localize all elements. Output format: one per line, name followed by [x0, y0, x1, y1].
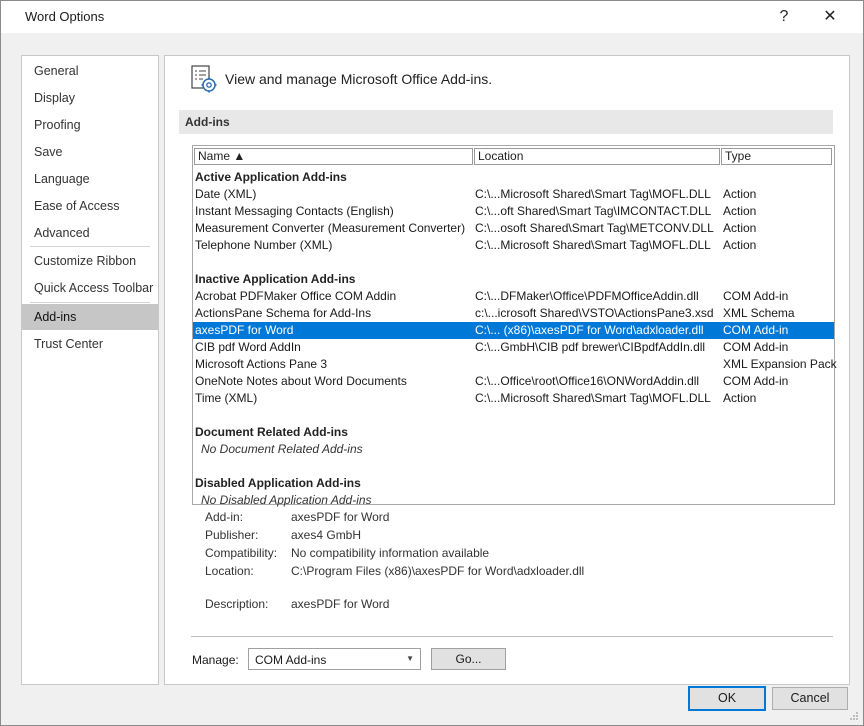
- addin-type: Action: [723, 187, 757, 201]
- nav-item-proofing[interactable]: Proofing: [22, 112, 158, 138]
- list-item[interactable]: Date (XML) C:\...Microsoft Shared\Smart …: [193, 186, 834, 203]
- manage-dropdown[interactable]: COM Add-ins ▼: [248, 648, 421, 670]
- group-header-disabled: Disabled Application Add-ins: [195, 476, 361, 490]
- cancel-button[interactable]: Cancel: [772, 687, 848, 710]
- addin-location: C:\...DFMaker\Office\PDFMOfficeAddin.dll: [475, 289, 699, 303]
- addin-type: COM Add-in: [723, 374, 789, 388]
- addin-name: Instant Messaging Contacts (English): [195, 204, 394, 218]
- addin-name: CIB pdf Word AddIn: [195, 340, 301, 354]
- options-nav: General Display Proofing Save Language E…: [21, 55, 159, 685]
- nav-item-ease-of-access[interactable]: Ease of Access: [22, 193, 158, 219]
- word-options-dialog: Word Options ? ✕ General Display Proofin…: [0, 0, 864, 726]
- column-header-type[interactable]: Type: [721, 148, 832, 165]
- list-item[interactable]: Microsoft Actions Pane 3 XML Expansion P…: [193, 356, 837, 373]
- title-bar: Word Options ? ✕: [1, 1, 863, 33]
- nav-item-general[interactable]: General: [22, 58, 158, 84]
- nav-item-save[interactable]: Save: [22, 139, 158, 165]
- addin-location: C:\...osoft Shared\Smart Tag\METCONV.DLL: [475, 221, 714, 235]
- group-header-active: Active Application Add-ins: [195, 170, 347, 184]
- detail-value: No compatibility information available: [291, 546, 490, 560]
- panel-heading: View and manage Microsoft Office Add-ins…: [225, 71, 493, 87]
- detail-label: Compatibility:: [205, 546, 278, 560]
- go-button[interactable]: Go...: [431, 648, 506, 670]
- addin-location: C:\...Microsoft Shared\Smart Tag\MOFL.DL…: [475, 391, 711, 405]
- addin-location: C:\...oft Shared\Smart Tag\IMCONTACT.DLL: [475, 204, 712, 218]
- section-header: Add-ins: [179, 110, 833, 134]
- addin-location: C:\...Office\root\Office16\ONWordAddin.d…: [475, 374, 700, 388]
- addin-name: Measurement Converter (Measurement Conve…: [195, 221, 466, 235]
- nav-item-language[interactable]: Language: [22, 166, 158, 192]
- chevron-down-icon: ▼: [406, 654, 414, 663]
- addin-location: C:\...GmbH\CIB pdf brewer\CIBpdfAddIn.dl…: [475, 340, 706, 354]
- list-item[interactable]: Time (XML) C:\...Microsoft Shared\Smart …: [193, 390, 834, 407]
- addin-type: Action: [723, 221, 757, 235]
- nav-item-add-ins[interactable]: Add-ins: [22, 304, 158, 330]
- addin-type: XML Schema: [723, 306, 795, 320]
- list-item[interactable]: CIB pdf Word AddIn C:\...GmbH\CIB pdf br…: [193, 339, 834, 356]
- group-header-document: Document Related Add-ins: [195, 425, 348, 439]
- section-title: Add-ins: [185, 115, 230, 129]
- nav-item-display[interactable]: Display: [22, 85, 158, 111]
- detail-value: axesPDF for Word: [291, 597, 390, 611]
- detail-label: Add-in:: [205, 510, 244, 524]
- add-ins-gear-icon: [191, 65, 217, 93]
- list-item[interactable]: Telephone Number (XML) C:\...Microsoft S…: [193, 237, 834, 254]
- column-header-name[interactable]: Name ▲: [194, 148, 473, 165]
- addin-name: Acrobat PDFMaker Office COM Addin: [195, 289, 397, 303]
- nav-separator: [30, 246, 150, 247]
- detail-value: axes4 GmbH: [291, 528, 362, 542]
- addin-name: Date (XML): [195, 187, 257, 201]
- help-button[interactable]: ?: [769, 6, 799, 28]
- empty-note: No Disabled Application Add-ins: [201, 493, 372, 507]
- nav-item-quick-access-toolbar[interactable]: Quick Access Toolbar: [22, 275, 158, 301]
- manage-dropdown-value: COM Add-ins: [255, 653, 327, 667]
- detail-value: axesPDF for Word: [291, 510, 390, 524]
- addin-type: Action: [723, 204, 757, 218]
- addin-type: COM Add-in: [723, 340, 789, 354]
- addin-name: ActionsPane Schema for Add-Ins: [195, 306, 372, 320]
- empty-note: No Document Related Add-ins: [201, 442, 363, 456]
- detail-label: Description:: [205, 597, 269, 611]
- addin-name: axesPDF for Word: [195, 323, 294, 337]
- list-item[interactable]: Measurement Converter (Measurement Conve…: [193, 220, 834, 237]
- addin-name: Telephone Number (XML): [195, 238, 333, 252]
- group-header-inactive: Inactive Application Add-ins: [195, 272, 356, 286]
- list-item[interactable]: Instant Messaging Contacts (English) C:\…: [193, 203, 834, 220]
- column-header-location[interactable]: Location: [474, 148, 720, 165]
- detail-label: Location:: [205, 564, 254, 578]
- addin-name: Time (XML): [195, 391, 258, 405]
- addin-location: c:\...icrosoft Shared\VSTO\ActionsPane3.…: [475, 306, 714, 320]
- list-item[interactable]: OneNote Notes about Word Documents C:\..…: [193, 373, 834, 390]
- addin-type: COM Add-in: [723, 289, 789, 303]
- addin-location: C:\...Microsoft Shared\Smart Tag\MOFL.DL…: [475, 187, 711, 201]
- list-item[interactable]: ActionsPane Schema for Add-Ins c:\...icr…: [193, 305, 834, 322]
- nav-item-trust-center[interactable]: Trust Center: [22, 331, 158, 357]
- detail-label: Publisher:: [205, 528, 259, 542]
- nav-separator: [30, 302, 150, 303]
- addin-type: XML Expansion Pack: [723, 357, 837, 371]
- divider: [191, 636, 833, 637]
- addin-name: Microsoft Actions Pane 3: [195, 357, 328, 371]
- ok-button[interactable]: OK: [688, 686, 766, 711]
- addin-location: C:\... (x86)\axesPDF for Word\adxloader.…: [475, 323, 704, 337]
- add-ins-list[interactable]: Name ▲ Location Type Active Application …: [192, 145, 837, 507]
- addin-type: Action: [723, 238, 757, 252]
- addin-name: OneNote Notes about Word Documents: [195, 374, 407, 388]
- nav-item-customize-ribbon[interactable]: Customize Ribbon: [22, 248, 158, 274]
- close-button[interactable]: ✕: [815, 6, 845, 28]
- detail-value: C:\Program Files (x86)\axesPDF for Word\…: [291, 564, 585, 578]
- nav-item-advanced[interactable]: Advanced: [22, 220, 158, 246]
- manage-label: Manage:: [192, 653, 239, 667]
- resize-grip-icon[interactable]: [849, 711, 859, 721]
- addin-type: COM Add-in: [723, 323, 789, 337]
- addin-type: Action: [723, 391, 757, 405]
- list-item[interactable]: Acrobat PDFMaker Office COM Addin C:\...…: [193, 288, 834, 305]
- addin-location: C:\...Microsoft Shared\Smart Tag\MOFL.DL…: [475, 238, 711, 252]
- add-ins-panel: View and manage Microsoft Office Add-ins…: [164, 55, 850, 685]
- dialog-title: Word Options: [25, 9, 105, 24]
- list-item-selected[interactable]: axesPDF for Word C:\... (x86)\axesPDF fo…: [193, 322, 834, 339]
